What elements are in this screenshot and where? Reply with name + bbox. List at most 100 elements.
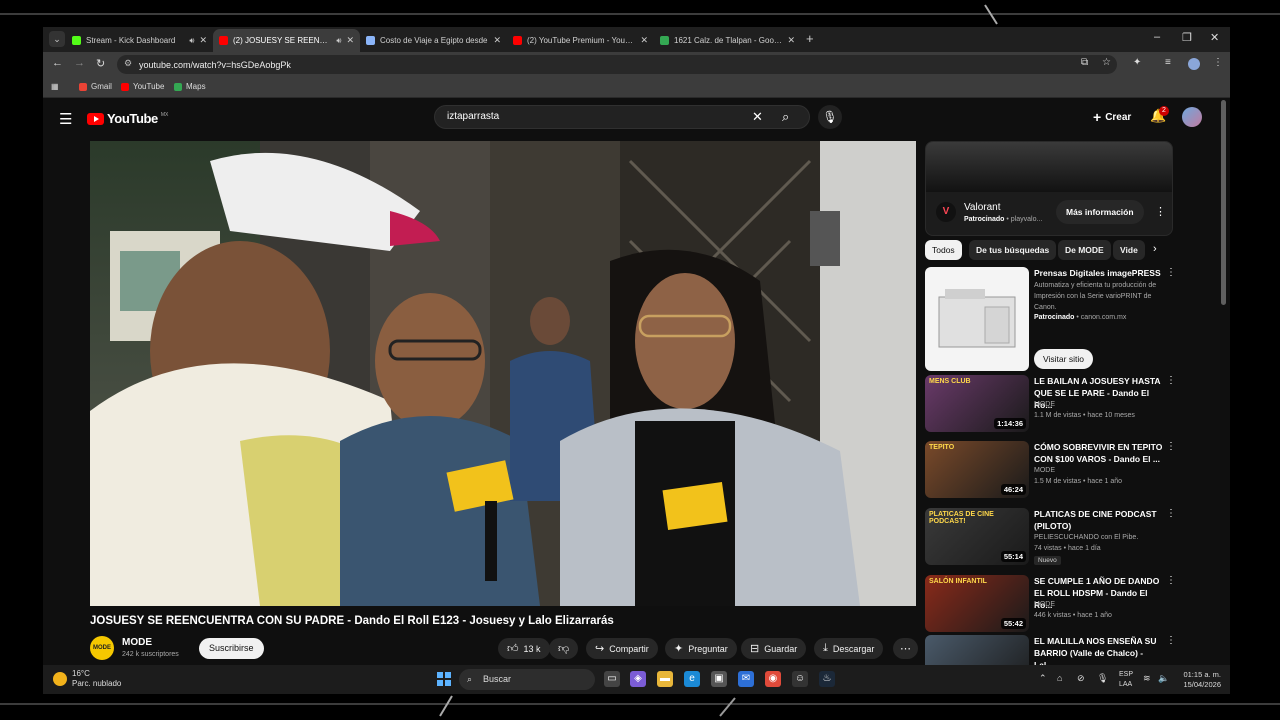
bookmark-star-icon[interactable]: ☆ xyxy=(1102,57,1111,68)
video-menu-icon[interactable]: ⋮ xyxy=(1166,375,1176,386)
dislike-button[interactable]: 👎︎ xyxy=(549,638,579,659)
bookmark-item[interactable]: Gmail xyxy=(79,82,112,91)
ad-menu-icon[interactable]: ⋮ xyxy=(1155,205,1166,218)
browser-tab[interactable]: Stream - Kick Dashboard 🔊︎ ✕ xyxy=(66,29,213,52)
wifi-icon[interactable]: ≋ xyxy=(1143,673,1151,684)
video-player[interactable] xyxy=(90,141,916,606)
browser-tab[interactable]: 1621 Calz. de Tlalpan - Google ✕ xyxy=(654,29,801,52)
chip-todos[interactable]: Todos xyxy=(925,240,962,260)
video-menu-icon[interactable]: ⋮ xyxy=(1166,441,1176,452)
related-channel-name[interactable]: MODE xyxy=(1034,467,1055,474)
store-icon[interactable]: ▣ xyxy=(711,671,727,687)
subscribe-button[interactable]: Suscribirse xyxy=(199,638,264,659)
chip-videos[interactable]: Vide xyxy=(1113,240,1145,260)
task-view-icon[interactable]: ▭ xyxy=(604,671,620,687)
scrollbar-thumb[interactable] xyxy=(1221,100,1226,305)
video-menu-icon[interactable]: ⋮ xyxy=(1166,508,1176,519)
search-box[interactable]: iztaparrasta ✕ ⌕ xyxy=(434,105,810,129)
video-menu-icon[interactable]: ⋮ xyxy=(1166,575,1176,586)
site-info-icon[interactable]: ⚙ xyxy=(124,58,132,69)
related-video-card[interactable]: PLATICAS DE CINE PODCAST! 55:14 PLATICAS D… xyxy=(925,508,1176,568)
browser-tab[interactable]: (2) JOSUESY SE REENCUENTRA 🔊︎ ✕ xyxy=(213,29,360,52)
related-video-card[interactable]: TEPITO 46:24 CÓMO SOBREVIVIR EN TEPITO CON… xyxy=(925,441,1176,501)
related-channel-name[interactable]: MODE xyxy=(1034,401,1055,408)
close-tab-icon[interactable]: ✕ xyxy=(640,35,648,46)
close-tab-icon[interactable]: ✕ xyxy=(199,35,207,46)
ad-card-menu-icon[interactable]: ⋮ xyxy=(1166,267,1176,278)
network-icon[interactable]: ⌂ xyxy=(1057,673,1062,683)
taskbar-search[interactable]: ⌕ Buscar xyxy=(459,669,595,690)
youtube-logo[interactable]: YouTube MX xyxy=(87,111,168,126)
ask-button[interactable]: ✦ Preguntar xyxy=(665,638,737,659)
windows-start-icon[interactable] xyxy=(437,672,451,686)
profile-avatar[interactable] xyxy=(1188,58,1200,70)
tab-search-icon[interactable]: ⌄ xyxy=(49,31,65,47)
related-video-card[interactable]: SALÓN INFANTIL 55:42 SE CUMPLE 1 AÑO DE DA… xyxy=(925,575,1176,635)
search-icon[interactable]: ⌕ xyxy=(782,109,789,125)
tab-audio-icon[interactable]: 🔊︎ xyxy=(336,36,341,46)
canon-ad-card[interactable]: Prensas Digitales imagePRESS Automatiza … xyxy=(925,267,1176,372)
address-bar[interactable]: ⚙ youtube.com/watch?v=hsGDeAobgPk xyxy=(117,55,1117,74)
search-icon: ⌕ xyxy=(467,674,473,684)
install-icon[interactable]: ⧉ xyxy=(1081,57,1088,68)
more-actions-button[interactable]: ⋯ xyxy=(893,638,918,659)
create-button[interactable]: + Crear xyxy=(1087,106,1137,128)
like-button[interactable]: 👍︎ 13 k xyxy=(498,638,550,659)
file-explorer-icon[interactable]: ▬ xyxy=(657,671,673,687)
video-menu-icon[interactable]: ⋮ xyxy=(1166,635,1176,646)
copilot-icon[interactable]: ◈ xyxy=(630,671,646,687)
voice-search-icon[interactable]: 🎙 xyxy=(818,105,842,129)
back-icon[interactable]: ← xyxy=(52,57,63,69)
chrome-icon[interactable]: ◉ xyxy=(765,671,781,687)
hamburger-menu-icon[interactable]: ☰ xyxy=(59,110,72,128)
browser-tab[interactable]: Costo de Viaje a Egipto desde ✕ xyxy=(360,29,507,52)
close-tab-icon[interactable]: ✕ xyxy=(787,35,795,46)
new-tab-button[interactable]: + xyxy=(806,31,814,46)
system-clock[interactable]: 01:15 a. m. 15/04/2026 xyxy=(1151,670,1221,690)
mic-tray-icon[interactable]: 🎙 xyxy=(1097,673,1108,684)
chevron-right-icon[interactable]: › xyxy=(1153,243,1157,255)
discord-icon[interactable]: ☺ xyxy=(792,671,808,687)
visit-site-button[interactable]: Visitar sitio xyxy=(1034,349,1093,369)
close-tab-icon[interactable]: ✕ xyxy=(493,35,501,46)
reload-icon[interactable]: ↻ xyxy=(96,57,105,70)
extensions-icon[interactable]: ✦ xyxy=(1133,57,1141,68)
edge-icon[interactable]: e xyxy=(684,671,700,687)
minimize-icon[interactable]: – xyxy=(1154,31,1160,43)
channel-name[interactable]: MODE xyxy=(122,637,152,648)
mail-icon[interactable]: ✉ xyxy=(738,671,754,687)
bookmark-item[interactable]: Maps xyxy=(174,82,206,91)
media-control-icon[interactable]: ≡ xyxy=(1165,57,1171,68)
ad-card-title: Prensas Digitales imagePRESS xyxy=(1034,268,1161,278)
chip-de-mode[interactable]: De MODE xyxy=(1058,240,1111,260)
channel-avatar[interactable]: MODE xyxy=(90,636,114,660)
related-channel-name[interactable]: PELIESCUCHANDO con El Pibe. xyxy=(1034,534,1138,541)
save-button[interactable]: ⊟ Guardar xyxy=(741,638,807,659)
chip-de-tus-busquedas[interactable]: De tus búsquedas xyxy=(969,240,1057,260)
duration-badge: 55:14 xyxy=(1000,551,1026,562)
browser-menu-icon[interactable]: ⋮ xyxy=(1213,57,1223,68)
restore-icon[interactable]: ❐ xyxy=(1182,31,1192,44)
related-video-card[interactable]: EL MALILLA NOS ENSEÑA SU BARRIO (Valle d… xyxy=(925,635,1176,665)
sponsored-ad-card[interactable]: V Valorant Patrocinado • playvalo... Más… xyxy=(925,141,1173,236)
related-channel-name[interactable]: MODE xyxy=(1034,601,1055,608)
more-info-button[interactable]: Más información xyxy=(1056,200,1144,224)
bookmark-item[interactable]: YouTube xyxy=(121,82,164,91)
close-tab-icon[interactable]: ✕ xyxy=(346,35,354,46)
tray-chevron-icon[interactable]: ⌃ xyxy=(1039,673,1047,684)
share-button[interactable]: ↪ Compartir xyxy=(586,638,658,659)
forward-icon[interactable]: → xyxy=(74,57,85,69)
steam-icon[interactable]: ♨ xyxy=(819,671,835,687)
close-window-icon[interactable]: ✕ xyxy=(1210,31,1219,44)
tab-audio-icon[interactable]: 🔊︎ xyxy=(189,36,194,46)
search-input[interactable]: iztaparrasta xyxy=(447,111,499,122)
apps-grid-icon[interactable]: ▦ xyxy=(51,82,59,91)
clear-search-icon[interactable]: ✕ xyxy=(752,109,763,125)
related-video-card[interactable]: MENS CLUB 1:14:36 LE BAILAN A JOSUESY HAST… xyxy=(925,375,1176,435)
language-indicator[interactable]: ESP LAA xyxy=(1119,670,1133,690)
vpn-icon[interactable]: ⊘ xyxy=(1077,673,1085,684)
weather-widget[interactable]: 16°C Parc. nublado xyxy=(53,669,121,689)
download-button[interactable]: ⤓ Descargar xyxy=(814,638,884,659)
browser-tab[interactable]: (2) YouTube Premium - YouTube ✕ xyxy=(507,29,654,52)
account-avatar[interactable] xyxy=(1182,107,1202,127)
